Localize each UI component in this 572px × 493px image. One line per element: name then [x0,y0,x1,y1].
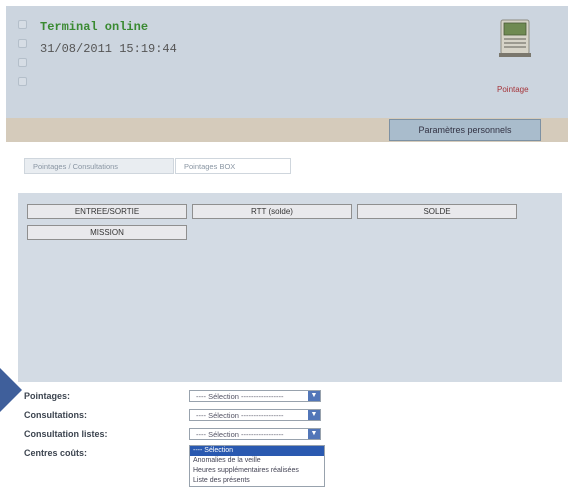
chevron-down-icon[interactable]: ▼ [308,391,320,401]
tab-pointages-box[interactable]: Pointages BOX [175,158,291,174]
consultation-listes-label: Consultation listes: [24,429,108,439]
pointage-box-panel: ENTREE/SORTIE RTT (solde) SOLDE MISSION [18,193,562,382]
pointages-select[interactable]: ---- Sélection ----------------- ▼ [189,390,321,402]
indicator-icon [18,58,27,67]
mission-button[interactable]: MISSION [27,225,187,240]
consultations-label: Consultations: [24,410,87,420]
terminal-device-icon[interactable] [498,18,532,58]
consultation-listes-dropdown: ---- Sélection Anomalies de la veille He… [189,445,325,487]
chevron-down-icon[interactable]: ▼ [308,429,320,439]
dropdown-option[interactable]: Heures supplémentaires réalisées [190,466,324,476]
indicator-icon [18,20,27,29]
dropdown-option[interactable]: ---- Sélection [190,446,324,456]
status-indicators [18,20,27,96]
tab-pointages-consultations[interactable]: Pointages / Consultations [24,158,174,174]
rtt-solde-button[interactable]: RTT (solde) [192,204,352,219]
solde-button[interactable]: SOLDE [357,204,517,219]
dropdown-option[interactable]: Liste des présents [190,476,324,486]
personal-settings-button[interactable]: Paramètres personnels [389,119,541,141]
arrow-pointer-icon [0,368,22,412]
consultations-select-value: ---- Sélection ----------------- [196,411,284,420]
dropdown-option[interactable]: Anomalies de la veille [190,456,324,466]
centres-couts-label: Centres coûts: [24,448,88,458]
pointage-link[interactable]: Pointage [497,85,529,94]
header-panel: Terminal online 31/08/2011 15:19:44 Poin… [6,6,568,118]
pointages-label: Pointages: [24,391,71,401]
terminal-status: Terminal online [40,20,149,34]
pointages-select-value: ---- Sélection ----------------- [196,392,284,401]
indicator-icon [18,39,27,48]
consultation-listes-select[interactable]: ---- Sélection ----------------- ▼ [189,428,321,440]
consultation-listes-select-value: ---- Sélection ----------------- [196,430,284,439]
indicator-icon [18,77,27,86]
entree-sortie-button[interactable]: ENTREE/SORTIE [27,204,187,219]
consultations-select[interactable]: ---- Sélection ----------------- ▼ [189,409,321,421]
chevron-down-icon[interactable]: ▼ [308,410,320,420]
terminal-datetime: 31/08/2011 15:19:44 [40,42,177,56]
